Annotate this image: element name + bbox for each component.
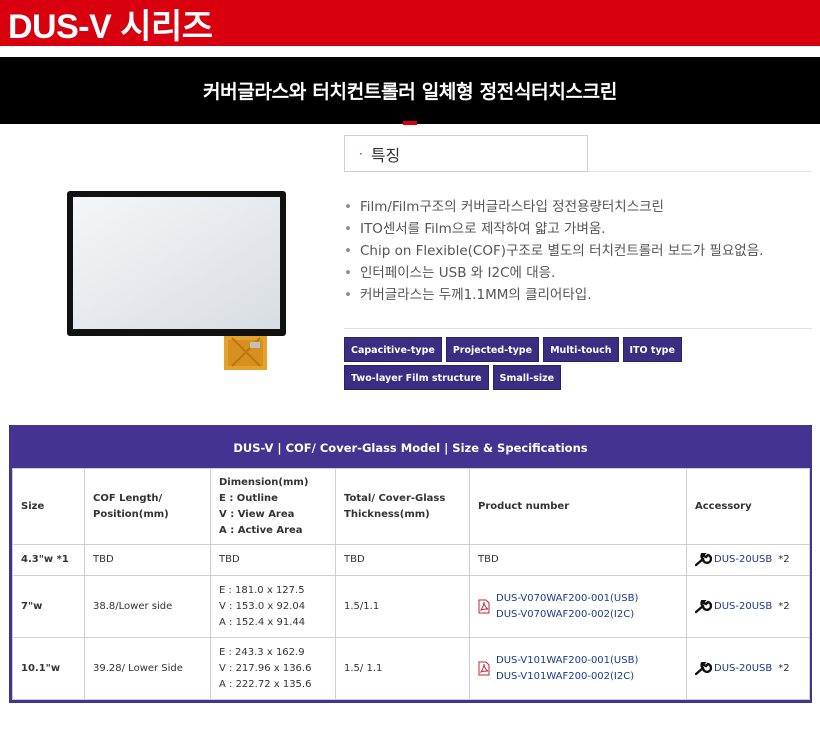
wrench-icon [695, 599, 712, 613]
feature-tags: Capacitive-type Projected-type Multi-tou… [344, 337, 814, 390]
cell-size: 7"w [12, 575, 85, 638]
tag-ito[interactable]: ITO type [622, 337, 682, 362]
accessory-link[interactable]: DUS-20USB [714, 661, 772, 677]
cell-cof: 39.28/ Lower Side [84, 637, 211, 700]
accessory-link[interactable]: DUS-20USB [714, 552, 772, 568]
table-header-row: Size COF Length/ Position(mm) Dimension(… [12, 468, 810, 545]
list-item: • 인터페이스는 USB 와 I2C에 대응. [344, 265, 556, 281]
tag-capacitive[interactable]: Capacitive-type [344, 337, 442, 362]
cell-thickness: TBD [335, 544, 470, 576]
list-item: • Chip on Flexible(COF)구조로 별도의 터치컨트롤러 보드가… [344, 243, 764, 259]
spec-table-panel: DUS-V | COF/ Cover-Glass Model | Size & … [9, 425, 812, 703]
cell-size: 10.1"w [12, 637, 85, 700]
header-size: Size [12, 468, 85, 545]
header-thickness: Total/ Cover-Glass Thickness(mm) [335, 468, 470, 545]
tag-small-size[interactable]: Small-size [492, 365, 562, 390]
table-row: 4.3"w *1 TBD TBD TBD TBD DUS-20USB *2 [12, 544, 810, 576]
product-link-usb[interactable]: DUS-V101WAF200-001(USB) [496, 653, 638, 669]
wrench-icon [695, 661, 712, 675]
cell-thickness: 1.5/ 1.1 [335, 637, 470, 700]
list-item: • Film/Film구조의 커버글라스타입 정전용량터치스크린 [344, 199, 664, 215]
cell-thickness: 1.5/1.1 [335, 575, 470, 638]
tag-two-layer-film[interactable]: Two-layer Film structure [344, 365, 489, 390]
cell-product: DUS-V070WAF200-001(USB) DUS-V070WAF200-0… [469, 575, 687, 638]
cell-cof: TBD [84, 544, 211, 576]
cell-dimension: E : 243.3 x 162.9 V : 217.96 x 136.6 A :… [210, 637, 336, 700]
cell-accessory: DUS-20USB *2 [686, 637, 810, 700]
top-title-bar: DUS-V 시리즈 [0, 0, 820, 46]
cell-accessory: DUS-20USB *2 [686, 544, 810, 576]
accessory-note: *2 [778, 600, 790, 612]
banner-marker [403, 121, 417, 125]
pdf-icon[interactable] [478, 661, 490, 676]
cell-product: DUS-V101WAF200-001(USB) DUS-V101WAF200-0… [469, 637, 687, 700]
divider [588, 171, 812, 172]
list-item: • ITO센서를 Film으로 제작하여 얇고 가벼움. [344, 221, 606, 237]
cell-product: TBD [469, 544, 687, 576]
feature-heading: · 특징 [344, 135, 588, 172]
product-link-i2c[interactable]: DUS-V101WAF200-002(I2C) [496, 669, 638, 685]
header-accessory: Accessory [686, 468, 810, 545]
accessory-note: *2 [778, 662, 790, 674]
table-row: 10.1"w 39.28/ Lower Side E : 243.3 x 162… [12, 637, 810, 700]
feature-list: • Film/Film구조의 커버글라스타입 정전용량터치스크린 • ITO센서를 … [344, 196, 763, 306]
cell-dimension: TBD [210, 544, 336, 576]
heading-bullet: · [359, 146, 363, 161]
cell-dimension: E : 181.0 x 127.5 V : 153.0 x 92.04 A : … [210, 575, 336, 638]
list-item: • 커버글라스는 두께1.1MM의 클리어타입. [344, 287, 592, 303]
spec-table: Size COF Length/ Position(mm) Dimension(… [12, 468, 810, 700]
feature-heading-label: 특징 [370, 145, 401, 165]
header-product: Product number [469, 468, 687, 545]
tag-multi-touch[interactable]: Multi-touch [543, 337, 619, 362]
wrench-icon [695, 553, 712, 567]
accessory-note: *2 [778, 554, 790, 565]
accessory-link[interactable]: DUS-20USB [714, 599, 772, 615]
header-dimension: Dimension(mm) E : Outline V : View Area … [210, 468, 336, 545]
touchscreen-product-image [67, 191, 286, 370]
banner-subtitle: 커버글라스와 터치컨트롤러 일체형 정전식터치스크린 [202, 81, 618, 103]
product-link-usb[interactable]: DUS-V070WAF200-001(USB) [496, 591, 638, 607]
cell-size: 4.3"w *1 [12, 544, 85, 576]
header-cof: COF Length/ Position(mm) [84, 468, 211, 545]
cell-accessory: DUS-20USB *2 [686, 575, 810, 638]
table-row: 7"w 38.8/Lower side E : 181.0 x 127.5 V … [12, 575, 810, 638]
spec-table-title: DUS-V | COF/ Cover-Glass Model | Size & … [233, 441, 588, 455]
cell-cof: 38.8/Lower side [84, 575, 211, 638]
product-link-i2c[interactable]: DUS-V070WAF200-002(I2C) [496, 607, 638, 623]
tag-projected[interactable]: Projected-type [445, 337, 540, 362]
page-title: DUS-V 시리즈 [8, 7, 213, 46]
pdf-icon[interactable] [478, 599, 490, 614]
divider [344, 328, 812, 329]
product-banner: 커버글라스와 터치컨트롤러 일체형 정전식터치스크린 [0, 57, 820, 124]
